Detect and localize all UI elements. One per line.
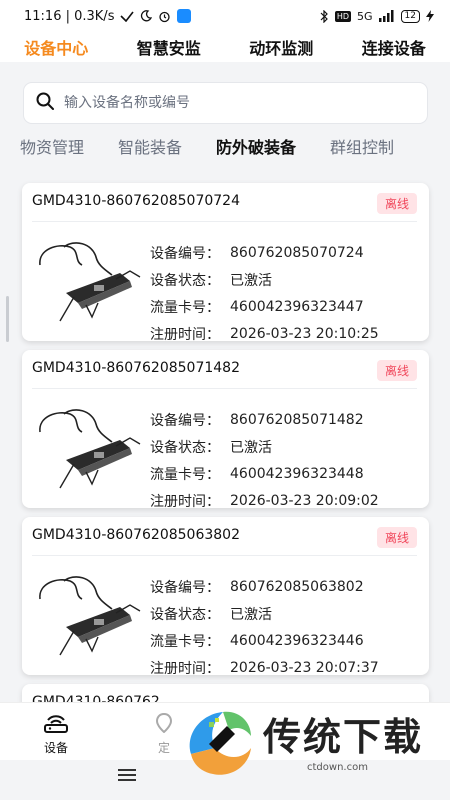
divider (32, 555, 417, 556)
tab-devices[interactable]: 设备 (36, 713, 76, 756)
status-bar: 11:16 | 0.3K/s HD 5G 12 (0, 0, 450, 32)
status-time: 11:16 | 0.3K/s (24, 8, 115, 24)
label-device-number: 设备编号： (150, 412, 220, 429)
device-info: 设备编号： 860762085063802 设备状态： 已激活 流量卡号： 46004… (150, 573, 420, 676)
router-icon (43, 715, 69, 737)
watermark-logo-icon (189, 711, 251, 775)
label-device-number: 设备编号： (150, 245, 220, 262)
tab-group-control[interactable]: 群组控制 (330, 134, 394, 160)
label-sim-number: 流量卡号： (150, 299, 220, 316)
sim-number: 460042396323447 (230, 298, 364, 315)
label-sim-number: 流量卡号： (150, 633, 220, 650)
device-image (39, 242, 141, 322)
device-number: 860762085071482 (230, 411, 364, 428)
signal-type: 5G (357, 9, 373, 23)
nav-environment-monitor[interactable]: 动环监测 (249, 35, 313, 59)
notification-icon (120, 10, 135, 22)
device-title: GMD4310-860762085070724 (32, 193, 240, 209)
category-tabs: 物资管理 智能装备 防外破装备 群组控制 (20, 134, 450, 160)
device-card[interactable]: GMD4310-860762085063802 离线 设备编号： 86076208… (22, 517, 429, 675)
signal-bars-icon (378, 10, 395, 22)
watermark-brand: 传统下载 (263, 715, 424, 759)
tab-smart-equipment[interactable]: 智能装备 (118, 134, 182, 160)
hd-badge: HD (334, 10, 352, 22)
device-status: 已激活 (230, 272, 272, 289)
label-sim-number: 流量卡号： (150, 466, 220, 483)
scrollbar[interactable] (6, 296, 9, 342)
device-info: 设备编号： 860762085070724 设备状态： 已激活 流量卡号： 46004… (150, 239, 420, 342)
label-registration-time: 注册时间： (150, 493, 220, 509)
device-title: GMD4310-860762085071482 (32, 360, 240, 376)
location-icon (155, 712, 173, 737)
label-device-number: 设备编号： (150, 579, 220, 596)
moon-icon (140, 10, 153, 22)
status-badge: 离线 (376, 527, 417, 548)
device-status: 已激活 (230, 606, 272, 623)
device-card[interactable]: GMD4310-860762085070724 离线 设备编号： 86076208… (22, 183, 429, 341)
registration-time: 2026-03-23 20:07:37 (230, 659, 379, 676)
tab-material-management[interactable]: 物资管理 (20, 134, 84, 160)
bluetooth-icon (320, 9, 329, 23)
device-info: 设备编号： 860762085071482 设备状态： 已激活 流量卡号： 46004… (150, 406, 420, 509)
watermark: 传统下载 ctdown.com (175, 702, 450, 782)
tab-anti-damage-equipment[interactable]: 防外破装备 (216, 134, 296, 160)
tab-devices-label: 设备 (43, 741, 68, 755)
app-notification-icon (177, 9, 192, 23)
alarm-icon (158, 10, 171, 23)
device-image (39, 576, 141, 656)
label-registration-time: 注册时间： (150, 326, 220, 342)
registration-time: 2026-03-23 20:09:02 (230, 492, 379, 509)
device-title: GMD4310-860762085063802 (32, 527, 240, 543)
menu-icon[interactable] (118, 768, 136, 782)
nav-connect-device[interactable]: 连接设备 (362, 35, 426, 59)
status-badge: 离线 (376, 360, 417, 381)
search-box[interactable] (24, 83, 427, 123)
label-device-status: 设备状态： (150, 439, 220, 456)
top-nav: 设备中心 智慧安监 动环监测 连接设备 (0, 32, 450, 62)
charging-icon (426, 10, 434, 22)
label-registration-time: 注册时间： (150, 660, 220, 676)
device-image (39, 409, 141, 489)
registration-time: 2026-03-23 20:10:25 (230, 325, 379, 342)
divider (32, 221, 417, 222)
nav-smart-safety[interactable]: 智慧安监 (137, 35, 201, 59)
device-number: 860762085063802 (230, 578, 364, 595)
watermark-url: ctdown.com (307, 762, 368, 773)
device-card[interactable]: GMD4310-860762085071482 离线 设备编号： 86076208… (22, 350, 429, 508)
device-status: 已激活 (230, 439, 272, 456)
status-badge: 离线 (376, 193, 417, 214)
search-icon (36, 92, 54, 114)
device-number: 860762085070724 (230, 244, 364, 261)
nav-device-center[interactable]: 设备中心 (24, 35, 88, 59)
divider (32, 388, 417, 389)
sim-number: 460042396323446 (230, 632, 364, 649)
sim-number: 460042396323448 (230, 465, 364, 482)
label-device-status: 设备状态： (150, 606, 220, 623)
battery-indicator: 12 (400, 9, 420, 23)
search-input[interactable] (64, 95, 394, 111)
label-device-status: 设备状态： (150, 272, 220, 289)
